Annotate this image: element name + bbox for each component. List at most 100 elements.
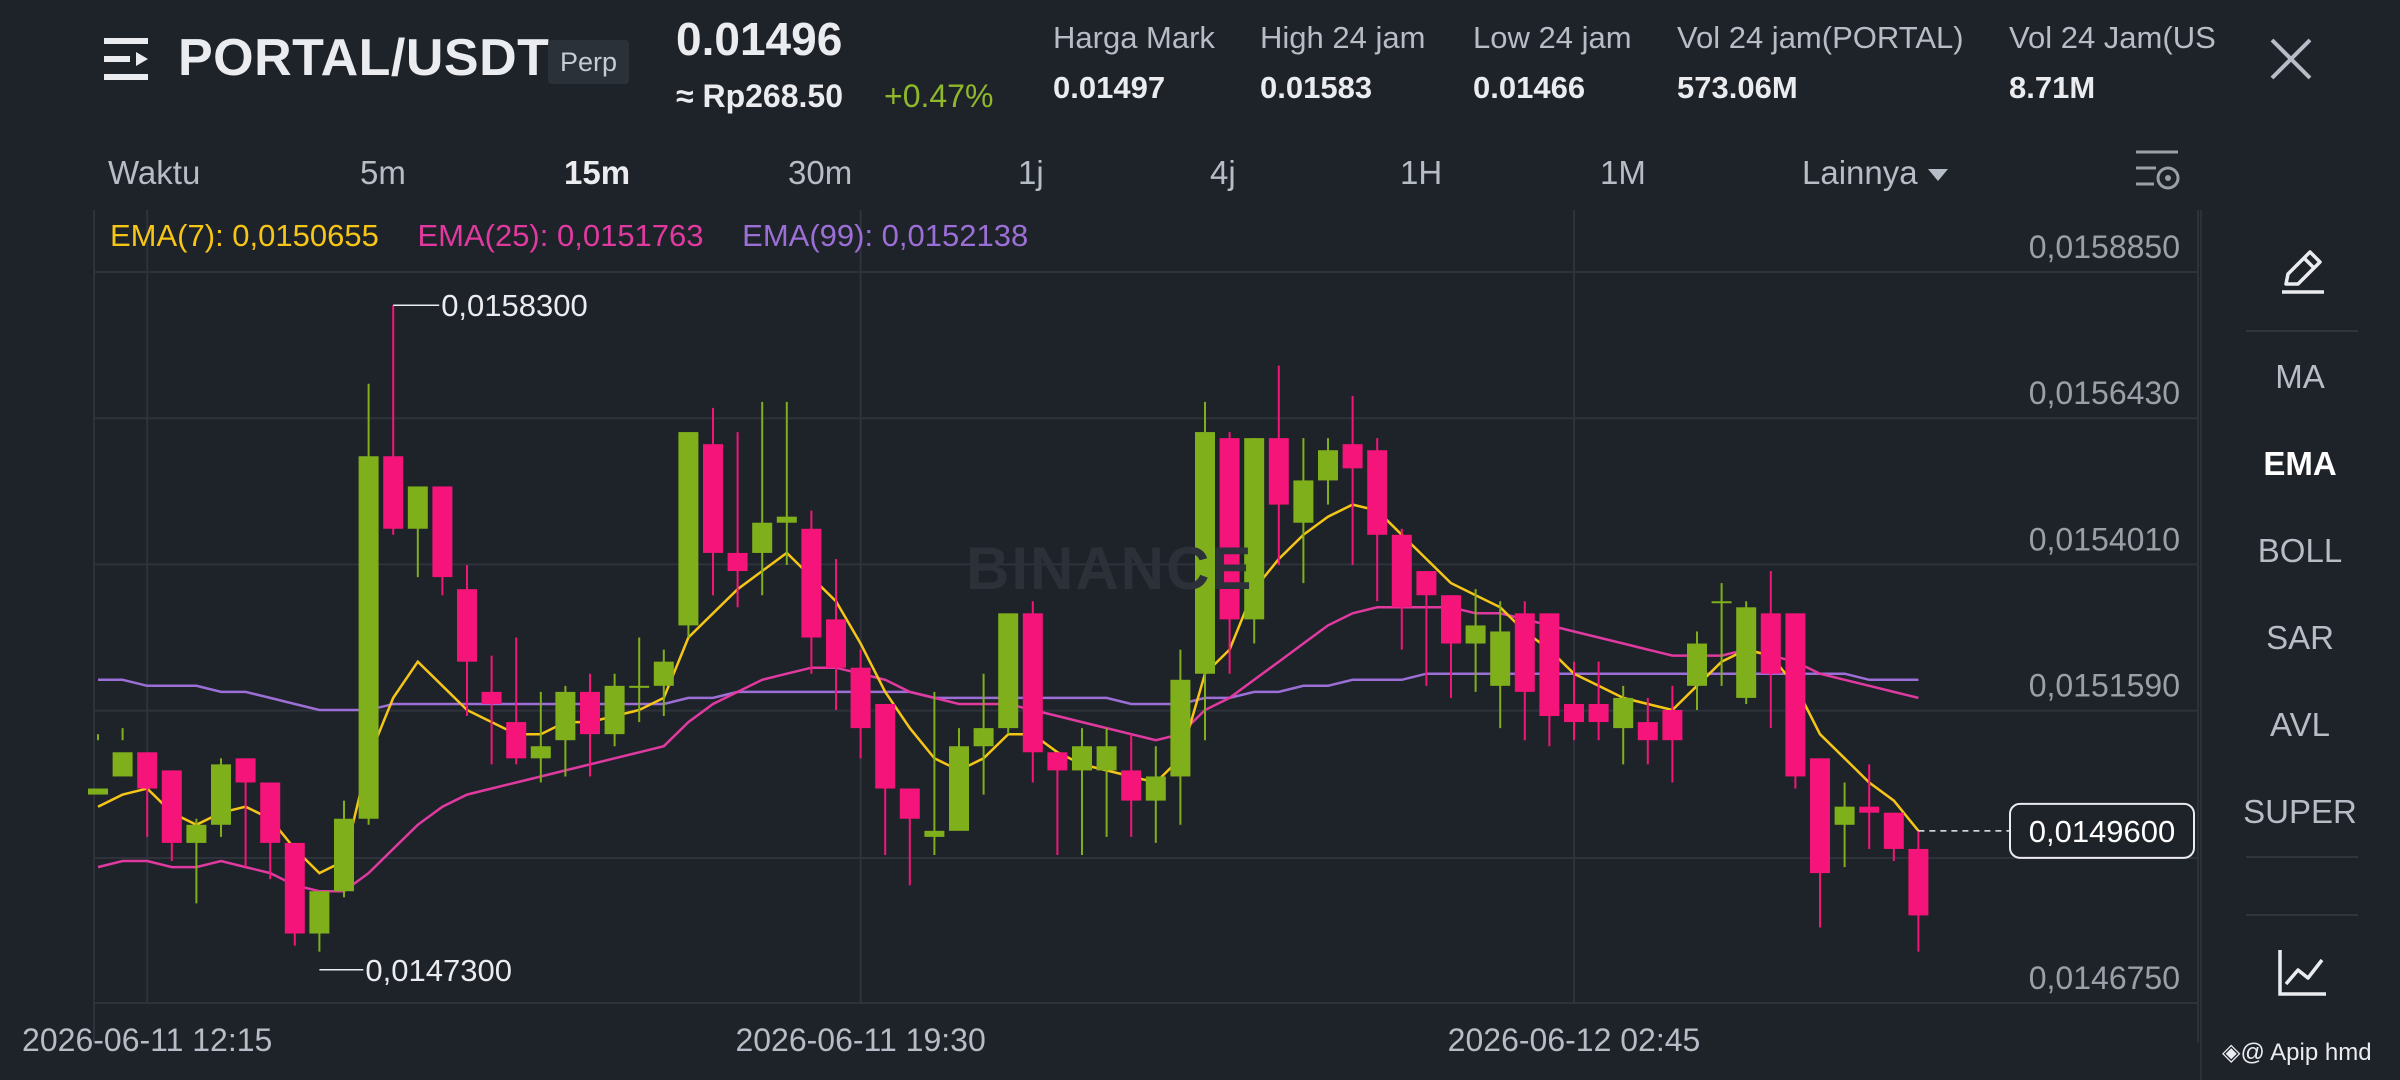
chart-settings-icon[interactable]: [2134, 148, 2182, 194]
candle-down: [235, 758, 256, 783]
tab-4j[interactable]: 4j: [1210, 154, 1236, 192]
candle-up: [112, 752, 133, 777]
y-tick-label: 0,0151590: [2029, 668, 2180, 704]
candle-down: [383, 456, 404, 529]
x-tick-label: 2026-06-11 19:30: [735, 1022, 985, 1058]
stat-label: Vol 24 Jam(USDT): [2009, 20, 2215, 55]
candle-down: [1367, 450, 1388, 535]
tab-1h[interactable]: 1H: [1400, 154, 1442, 192]
candle-up: [186, 824, 207, 843]
sidebar-divider: [2246, 330, 2358, 332]
candle-down: [1416, 571, 1437, 596]
candle-up: [407, 486, 428, 529]
candle-down: [1391, 534, 1412, 608]
candle-down: [1810, 758, 1830, 874]
pair-symbol[interactable]: PORTAL/USDT: [178, 28, 549, 88]
candle-up: [998, 613, 1019, 729]
candle-up: [1490, 631, 1511, 686]
indicator-ema[interactable]: EMA: [2200, 445, 2400, 483]
candle-up: [1711, 601, 1732, 604]
candle-down: [1047, 752, 1068, 771]
candle-down: [432, 486, 453, 578]
candle-down: [1637, 722, 1658, 741]
candle-down: [481, 691, 502, 704]
stat-vol-base: Vol 24 jam(PORTAL) 573.06M: [1677, 20, 1964, 106]
perp-badge: Perp: [548, 40, 630, 84]
price-idr: ≈ Rp268.50: [676, 78, 843, 114]
stat-value: 8.71M: [2009, 70, 2096, 105]
candle-up: [924, 830, 945, 837]
caret-down-icon: [1927, 169, 1948, 182]
pair-menu-icon[interactable]: [104, 36, 154, 82]
more-timeframes-button[interactable]: Lainnya: [1802, 154, 1948, 192]
low-price-label: 0,0147300: [365, 953, 512, 988]
credit-label: @ Apip hmd: [2240, 1039, 2372, 1066]
candle-down: [1908, 848, 1929, 916]
binance-logo-icon: ◈: [2222, 1039, 2241, 1066]
candle-up: [530, 746, 551, 759]
candle-down: [1342, 444, 1363, 469]
stat-label: High 24 jam: [1260, 20, 1426, 55]
tab-15m[interactable]: 15m: [564, 154, 630, 192]
current-price-label: 0,0149600: [2029, 814, 2176, 849]
candle-down: [899, 788, 920, 819]
candle-down: [1883, 812, 1904, 849]
timeframe-label[interactable]: Waktu: [108, 154, 200, 192]
candle-down: [1564, 703, 1584, 723]
chart-trend-icon[interactable]: [2276, 946, 2330, 1000]
indicator-ma[interactable]: MA: [2200, 358, 2400, 396]
candle-up: [1170, 679, 1191, 777]
candle-up: [678, 432, 699, 626]
timeframe-bar: Waktu 5m 15m 30m 1j 4j 1H 1M Lainnya: [0, 140, 2200, 210]
candle-up: [1613, 697, 1634, 729]
y-tick-label: 0,0156430: [2029, 375, 2180, 411]
tab-5m[interactable]: 5m: [360, 154, 406, 192]
stats-strip: Harga Mark 0.01497 High 24 jam 0.01583 L…: [1040, 0, 2215, 120]
candle-up: [949, 746, 969, 831]
sidebar-divider: [2246, 856, 2358, 858]
candlestick-chart[interactable]: 0,0158850 0,0156430 0,0154010 0,0151590 0,01…: [0, 210, 2200, 1080]
candle-up: [88, 788, 108, 795]
candle-down: [703, 444, 723, 553]
stat-value: 0.01583: [1260, 70, 1373, 105]
stat-value: 0.01466: [1473, 70, 1586, 105]
indicator-sar[interactable]: SAR: [2200, 619, 2400, 657]
candle-up: [973, 728, 994, 747]
stat-low-24h: Low 24 jam 0.01466: [1473, 20, 1632, 106]
candle-down: [727, 552, 748, 572]
candle-up: [1096, 746, 1117, 771]
candle-down: [1514, 613, 1535, 692]
tab-1j[interactable]: 1j: [1018, 154, 1044, 192]
indicator-boll[interactable]: BOLL: [2200, 532, 2400, 570]
candle-down: [1662, 709, 1683, 741]
candle-down: [1268, 438, 1289, 505]
x-tick-label: 2026-06-11 12:15: [22, 1022, 272, 1058]
candle-up: [752, 522, 773, 553]
close-icon[interactable]: [2266, 34, 2316, 84]
candle-up: [1736, 607, 1757, 698]
stat-value: 573.06M: [1677, 70, 1798, 105]
candle-up: [629, 685, 650, 688]
tab-1m[interactable]: 1M: [1600, 154, 1646, 192]
pencil-icon[interactable]: [2276, 244, 2330, 298]
candle-down: [1441, 595, 1461, 644]
tab-30m[interactable]: 30m: [788, 154, 852, 192]
candle-up: [1318, 450, 1338, 481]
indicator-super[interactable]: SUPER: [2200, 793, 2400, 831]
candle-up: [1293, 480, 1314, 523]
candle-down: [260, 782, 281, 843]
candle-down: [137, 752, 158, 789]
candle-up: [604, 685, 625, 735]
candle-up: [555, 691, 576, 741]
candle-down: [1022, 613, 1043, 753]
stat-vol-quote: Vol 24 Jam(USDT) 8.71M: [2009, 20, 2215, 106]
candle-down: [580, 691, 600, 735]
candle-up: [1072, 746, 1092, 771]
indicator-avl[interactable]: AVL: [2200, 706, 2400, 744]
ema-legend: EMA(7): 0,0150655 EMA(25): 0,0151763 EMA…: [110, 218, 1058, 254]
candle-down: [826, 619, 846, 668]
candle-up: [776, 516, 797, 523]
candle-up: [334, 818, 354, 892]
market-header: PORTAL/USDT Perp 0.01496 ≈ Rp268.50 +0.4…: [0, 0, 2400, 140]
candle-up: [1145, 776, 1166, 801]
